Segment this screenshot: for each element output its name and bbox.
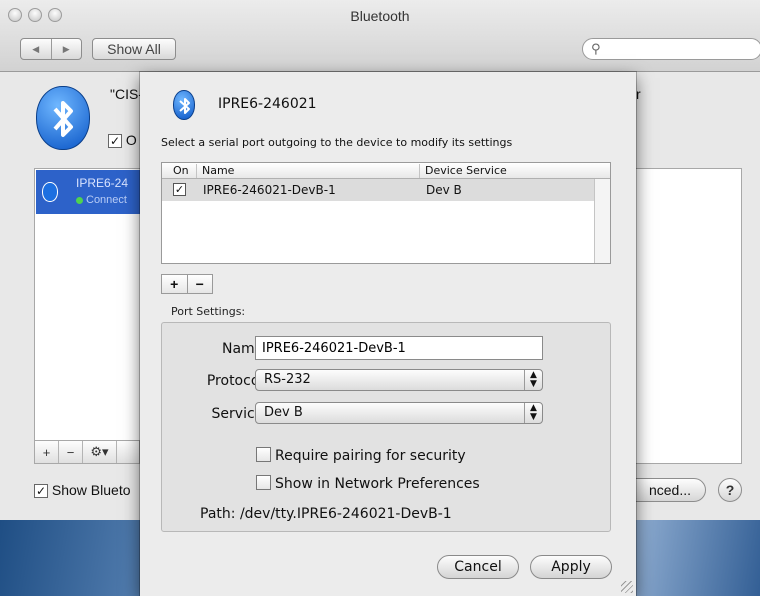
remove-port-button[interactable]: − <box>188 275 213 293</box>
show-network-checkbox[interactable]: Show in Network Preferences <box>256 475 480 492</box>
serial-ports-table[interactable]: On Name Device Service ✓ IPRE6-246021-De… <box>161 162 611 264</box>
port-service: Dev B <box>426 183 462 197</box>
path-value: /dev/tty.IPRE6-246021-DevB-1 <box>239 506 452 522</box>
checkbox-unchecked-icon <box>256 447 271 462</box>
window-title: Bluetooth <box>350 8 410 24</box>
service-value: Dev B <box>264 405 303 420</box>
bluetooth-icon <box>36 86 90 150</box>
require-pairing-label: Require pairing for security <box>275 448 466 464</box>
back-icon[interactable]: ◀ <box>21 39 52 59</box>
sheet-title: IPRE6-246021 <box>218 96 317 112</box>
protocol-popup[interactable]: RS-232 ▲ ▼ <box>255 369 543 391</box>
table-header: On Name Device Service <box>162 163 610 179</box>
table-scrollbar[interactable] <box>594 179 610 263</box>
port-settings-label: Port Settings: <box>171 305 246 318</box>
action-menu-button[interactable]: ⚙▾ <box>83 441 117 463</box>
service-label: Service: <box>211 406 268 422</box>
protocol-label: Protocol: <box>206 373 268 389</box>
column-name[interactable]: Name <box>196 164 418 178</box>
sheet-instruction: Select a serial port outgoing to the dev… <box>161 136 513 149</box>
device-bluetooth-icon <box>42 182 58 202</box>
port-name-field[interactable] <box>255 336 543 360</box>
name-label: Name: <box>221 341 268 357</box>
service-popup[interactable]: Dev B ▲ ▼ <box>255 402 543 424</box>
checkbox-checked-icon: ✓ <box>108 134 122 149</box>
device-name: IPRE6-24 <box>76 176 129 190</box>
show-bt-status-label: Show Blueto <box>51 482 131 498</box>
show-network-label: Show in Network Preferences <box>275 476 480 492</box>
discoverable-label: O <box>125 132 137 148</box>
device-status: Connect <box>76 194 127 206</box>
protocol-value: RS-232 <box>264 372 311 387</box>
column-device-service[interactable]: Device Service <box>419 164 591 178</box>
path-row: Path: /dev/tty.IPRE6-246021-DevB-1 <box>200 506 452 522</box>
device-list-toolbar: + − ⚙▾ <box>34 440 140 464</box>
show-bt-status-checkbox[interactable]: ✓ Show Blueto <box>34 482 131 499</box>
up-down-arrows-icon: ▲ ▼ <box>524 403 542 423</box>
port-add-remove: + − <box>161 274 213 294</box>
device-row[interactable]: IPRE6-24 Connect <box>36 170 156 214</box>
port-on-checkbox[interactable]: ✓ <box>173 183 186 196</box>
checkbox-checked-icon: ✓ <box>34 484 48 499</box>
discoverable-checkbox[interactable]: ✓ O <box>108 132 137 149</box>
cancel-button[interactable]: Cancel <box>437 555 519 579</box>
serial-port-sheet: IPRE6-246021 Select a serial port outgoi… <box>140 72 636 596</box>
column-on[interactable]: On <box>168 164 198 178</box>
checkbox-unchecked-icon <box>256 475 271 490</box>
port-name: IPRE6-246021-DevB-1 <box>203 183 336 197</box>
title-bar: Bluetooth ◀ ▶ Show All ⚲ <box>0 0 760 72</box>
computer-name-tail: r <box>636 86 641 102</box>
table-row[interactable]: ✓ IPRE6-246021-DevB-1 Dev B <box>162 179 594 201</box>
up-down-arrows-icon: ▲ ▼ <box>524 370 542 390</box>
search-input[interactable]: ⚲ <box>582 38 760 60</box>
path-label: Path: <box>200 506 236 522</box>
add-device-button[interactable]: + <box>35 441 59 463</box>
connected-dot-icon <box>76 196 83 204</box>
show-all-button[interactable]: Show All <box>92 38 176 60</box>
add-port-button[interactable]: + <box>162 275 188 293</box>
remove-device-button[interactable]: − <box>59 441 83 463</box>
search-icon: ⚲ <box>591 41 601 56</box>
apply-button[interactable]: Apply <box>530 555 612 579</box>
back-forward-control[interactable]: ◀ ▶ <box>20 38 82 60</box>
help-button[interactable]: ? <box>718 478 742 502</box>
resize-grip-icon[interactable] <box>621 581 633 593</box>
require-pairing-checkbox[interactable]: Require pairing for security <box>256 447 466 464</box>
port-settings-group: Name: Protocol: RS-232 ▲▼ Service: Dev B… <box>161 322 611 532</box>
forward-icon[interactable]: ▶ <box>52 39 82 59</box>
computer-name-text: "CIS- <box>110 86 143 102</box>
bluetooth-icon <box>173 90 195 120</box>
